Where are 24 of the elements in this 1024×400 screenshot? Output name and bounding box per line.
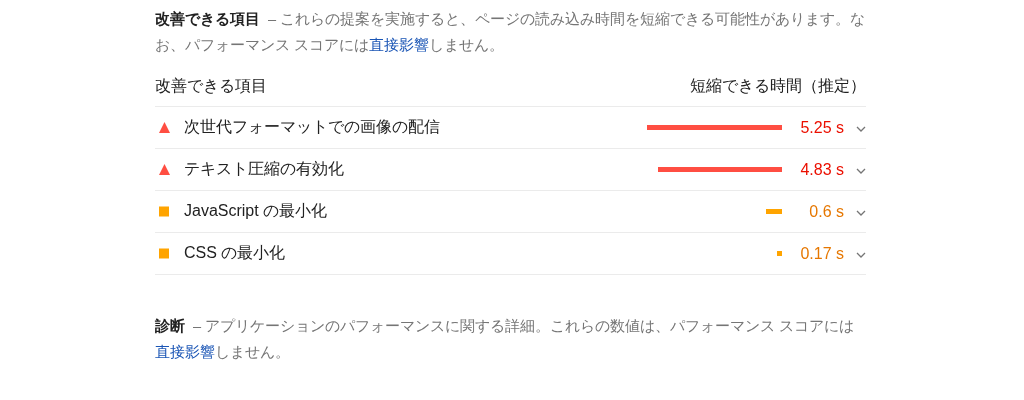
audit-title: CSS の最小化	[184, 243, 287, 263]
chevron-icon[interactable]	[856, 124, 866, 133]
square-icon	[159, 248, 170, 259]
savings-value: 4.83 s	[799, 160, 844, 179]
savings-value: 0.17 s	[799, 244, 844, 263]
chevron-icon[interactable]	[856, 250, 866, 259]
savings-value: 5.25 s	[799, 118, 844, 137]
savings-bar	[766, 209, 782, 214]
triangle-icon	[159, 164, 170, 175]
savings-bar	[777, 251, 782, 256]
square-icon	[159, 206, 170, 217]
link[interactable]: 直接影響	[369, 37, 430, 53]
link[interactable]: 直接影響	[155, 344, 215, 360]
section-description: 診断 – アプリケーションのパフォーマンスに関する詳細。これらの数値は、パフォーマンス スコアには 直接影響 しません。	[155, 316, 856, 362]
audit-title: 次世代フォーマットでの画像の配信	[184, 117, 441, 137]
column-header: 改善できる項目	[155, 75, 267, 96]
savings-value: 0.6 s	[808, 202, 844, 221]
section-description: 改善できる項目 – これらの提案を実施すると、ページの読み込み時間を短縮できる可能性があります。なお、パフォーマンス スコアには直接影響 しません。	[155, 9, 866, 55]
audit-title: テキスト圧縮の有効化	[184, 159, 345, 179]
triangle-icon	[159, 122, 170, 133]
column-header: 短縮できる時間（推定）	[690, 75, 866, 96]
audit-title: JavaScript の最小化	[184, 201, 329, 221]
chevron-icon[interactable]	[856, 166, 866, 175]
chevron-icon[interactable]	[856, 208, 866, 217]
